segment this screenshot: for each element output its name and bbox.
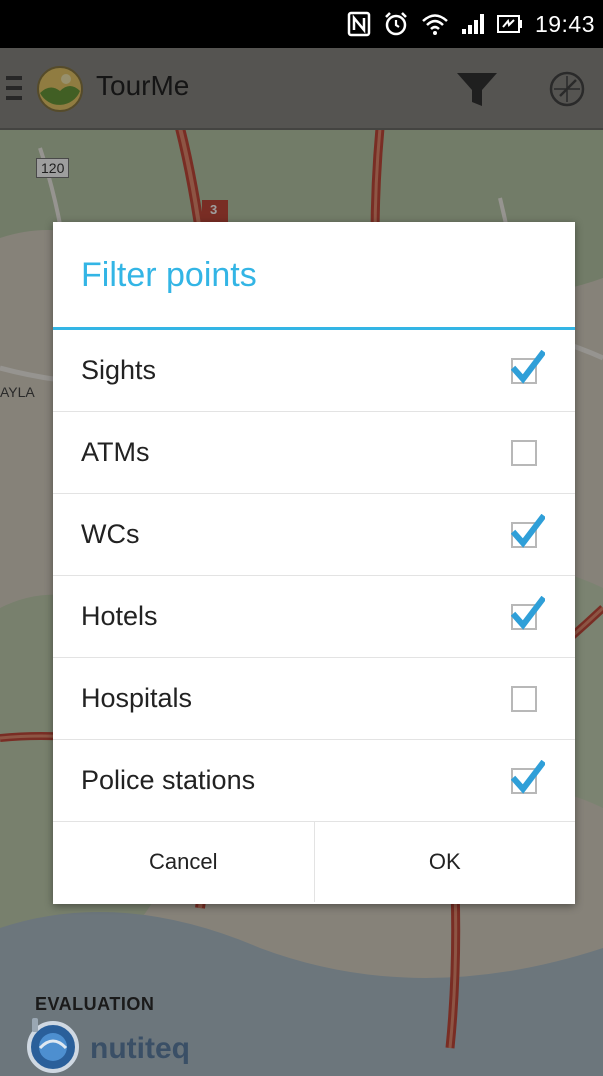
check-mark-icon	[511, 513, 545, 548]
watermark-evaluation: EVALUATION	[35, 994, 155, 1014]
filter-points-dialog: Filter points Sights ATMs WCs Hotels Hos…	[53, 222, 575, 904]
ok-button[interactable]: OK	[313, 822, 575, 902]
checkbox-sights[interactable]	[511, 349, 545, 384]
status-bar: 19:43	[0, 0, 603, 48]
status-time: 19:43	[534, 10, 595, 37]
checkbox-atms[interactable]	[511, 439, 537, 466]
checkbox-wcs[interactable]	[511, 513, 545, 548]
cancel-button[interactable]: Cancel	[53, 822, 314, 902]
checkbox-police-stations[interactable]	[511, 759, 545, 794]
option-row-wcs[interactable]: WCs	[53, 494, 575, 576]
option-row-hotels[interactable]: Hotels	[53, 576, 575, 658]
checkbox-hospitals[interactable]	[511, 685, 537, 712]
signal-icon	[461, 13, 485, 35]
battery-icon	[496, 14, 523, 34]
option-label: WCs	[81, 519, 140, 549]
option-row-police-stations[interactable]: Police stations	[53, 740, 575, 822]
option-row-sights[interactable]: Sights	[53, 330, 575, 412]
option-label: Police stations	[81, 765, 256, 795]
dialog-button-bar: Cancel OK	[53, 822, 575, 902]
option-label: Sights	[81, 355, 157, 385]
option-label: Hospitals	[81, 683, 193, 713]
checkbox-hotels[interactable]	[511, 595, 545, 630]
wifi-icon	[421, 12, 449, 36]
option-row-atms[interactable]: ATMs	[53, 412, 575, 494]
check-mark-icon	[511, 759, 545, 794]
alarm-clock-icon	[383, 11, 409, 37]
option-row-hospitals[interactable]: Hospitals	[53, 658, 575, 740]
nutiteq-logo-icon	[24, 1016, 82, 1076]
nfc-icon	[347, 11, 371, 37]
option-label: ATMs	[81, 437, 150, 467]
check-mark-icon	[511, 595, 545, 630]
watermark-brand: nutiteq	[90, 1032, 190, 1065]
option-label: Hotels	[81, 601, 158, 631]
dialog-title: Filter points	[53, 222, 575, 330]
check-mark-icon	[511, 349, 545, 384]
